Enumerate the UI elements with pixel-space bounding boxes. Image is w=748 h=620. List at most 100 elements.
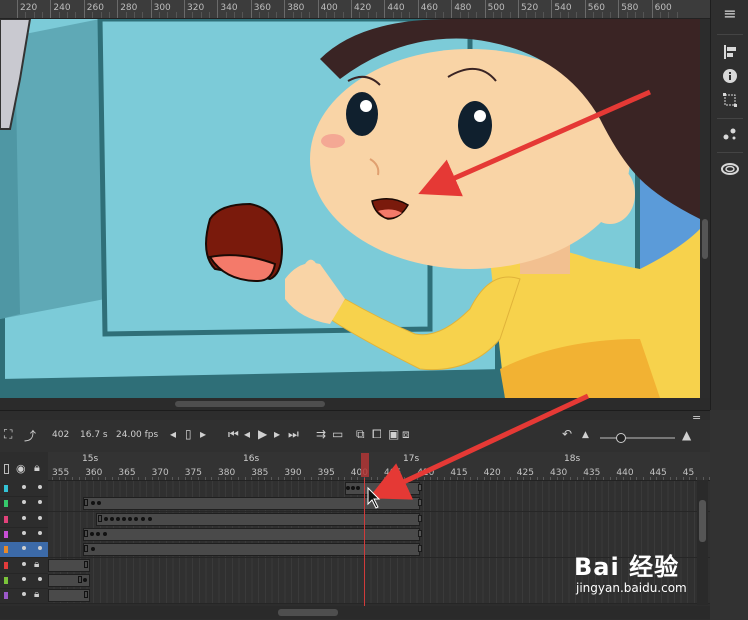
end-frame[interactable]	[418, 529, 422, 537]
edit-multiple-icon[interactable]: ▣	[388, 427, 399, 441]
align-icon[interactable]	[720, 44, 740, 64]
layer-color-swatch[interactable]	[4, 561, 8, 569]
keyframe[interactable]	[122, 516, 126, 521]
frame-row[interactable]	[48, 496, 710, 513]
layer-row[interactable]	[0, 542, 48, 559]
eye-icon[interactable]: ◉	[16, 462, 26, 475]
visibility-toggle[interactable]	[22, 485, 26, 489]
keyframe[interactable]	[104, 516, 108, 521]
transform-icon[interactable]	[720, 92, 740, 112]
frame-span[interactable]	[83, 543, 420, 557]
keyframe[interactable]	[78, 575, 82, 583]
playhead[interactable]	[361, 453, 369, 477]
keyframe[interactable]	[96, 531, 100, 536]
keyframe[interactable]	[134, 516, 138, 521]
loop-icon[interactable]: ⇉	[316, 427, 326, 441]
keyframe[interactable]	[356, 486, 360, 490]
center-frame-icon[interactable]: ▯	[185, 427, 192, 441]
current-time-value[interactable]: 16.7 s	[80, 430, 108, 440]
keyframe[interactable]	[84, 529, 88, 537]
zoom-slider-track[interactable]	[600, 437, 675, 439]
keyframe[interactable]	[98, 514, 102, 522]
layer-row[interactable]	[0, 481, 48, 497]
keyframe[interactable]	[83, 577, 87, 582]
fps-value[interactable]: 24.00 fps	[116, 430, 158, 440]
layer-row[interactable]: 🔒︎	[0, 558, 48, 574]
lock-toggle[interactable]	[38, 576, 42, 581]
first-frame-icon[interactable]: ⏮	[228, 427, 239, 442]
last-frame-icon[interactable]: ⏭	[288, 427, 299, 442]
lock-toggle[interactable]	[38, 530, 42, 535]
zoom-in-icon[interactable]: ▲	[682, 428, 691, 442]
info-icon[interactable]	[720, 68, 740, 88]
lock-icon[interactable]: 🔒︎	[34, 461, 40, 475]
graph-icon[interactable]: ⤴	[24, 427, 36, 444]
layer-color-swatch[interactable]	[4, 576, 8, 584]
menu-icon[interactable]: ≡	[720, 4, 740, 24]
frame-row[interactable]	[48, 481, 710, 497]
end-frame[interactable]	[418, 545, 422, 553]
keyframe[interactable]	[141, 516, 145, 521]
keyframe[interactable]	[351, 486, 355, 490]
layer-color-swatch[interactable]	[4, 530, 8, 538]
layer-color-swatch[interactable]	[4, 500, 8, 508]
keyframe[interactable]	[84, 591, 88, 599]
visibility-toggle[interactable]	[22, 500, 26, 505]
onion-markers-icon[interactable]: ⧈	[402, 427, 410, 442]
current-frame-value[interactable]: 402	[52, 430, 69, 440]
end-frame[interactable]	[418, 484, 422, 491]
scroll-thumb[interactable]	[699, 500, 706, 542]
layer-row[interactable]	[0, 573, 48, 589]
next-frame-icon[interactable]: ▸	[274, 427, 280, 441]
layer-row[interactable]	[0, 527, 48, 543]
keyframe[interactable]	[346, 486, 350, 490]
frame-row[interactable]	[48, 511, 710, 528]
undo-zoom-icon[interactable]: ↶	[562, 427, 572, 441]
play-icon[interactable]: ▶	[258, 427, 267, 441]
zoom-slider-handle[interactable]	[616, 433, 626, 443]
layer-color-swatch[interactable]	[4, 485, 8, 492]
visibility-toggle[interactable]	[22, 546, 26, 551]
layer-color-swatch[interactable]	[4, 515, 8, 523]
lock-toggle[interactable]	[38, 546, 42, 551]
stage-vertical-scrollbar[interactable]	[700, 19, 710, 398]
keyframe[interactable]	[103, 531, 107, 536]
layer-row[interactable]	[0, 512, 48, 528]
lock-icon[interactable]: 🔒︎	[34, 589, 39, 600]
onion-skin-icon[interactable]: ⧉	[356, 427, 365, 442]
keyframe[interactable]	[148, 516, 152, 521]
scroll-thumb[interactable]	[175, 401, 325, 407]
keyframe[interactable]	[90, 531, 94, 536]
step-back-icon[interactable]: ◂	[170, 427, 176, 441]
keyframe[interactable]	[84, 560, 88, 568]
layer-color-swatch[interactable]	[4, 546, 8, 554]
visibility-toggle[interactable]	[22, 530, 26, 535]
keyframe[interactable]	[84, 545, 88, 553]
outline-icon[interactable]	[4, 464, 9, 474]
layer-color-swatch[interactable]	[4, 592, 8, 600]
layer-hierarchy-icon[interactable]: ⛶	[4, 427, 12, 442]
layer-row[interactable]	[0, 496, 48, 513]
keyframe[interactable]	[84, 499, 88, 507]
visibility-toggle[interactable]	[22, 592, 26, 597]
visibility-toggle[interactable]	[22, 576, 26, 581]
motion-editor-icon[interactable]	[720, 126, 740, 146]
onion-outline-icon[interactable]: ⧠	[372, 427, 382, 442]
prev-frame-icon[interactable]: ◂	[244, 427, 250, 441]
frame-span[interactable]	[83, 527, 420, 541]
layer-row[interactable]: 🔒︎	[0, 588, 48, 605]
keyframe[interactable]	[128, 516, 132, 521]
lock-toggle[interactable]	[38, 515, 42, 520]
visibility-toggle[interactable]	[22, 515, 26, 520]
lock-toggle[interactable]	[38, 485, 42, 489]
camera-icon[interactable]: ▭	[332, 427, 343, 441]
scroll-thumb[interactable]	[702, 219, 708, 259]
stage-canvas[interactable]	[0, 19, 700, 398]
end-frame[interactable]	[418, 499, 422, 507]
keyframe[interactable]	[110, 516, 114, 521]
zoom-out-icon[interactable]: ▲	[582, 430, 589, 440]
stage-horizontal-scrollbar[interactable]	[0, 398, 710, 410]
frame-span[interactable]	[83, 497, 420, 511]
cc-libraries-icon[interactable]	[720, 160, 740, 180]
visibility-toggle[interactable]	[22, 561, 26, 566]
